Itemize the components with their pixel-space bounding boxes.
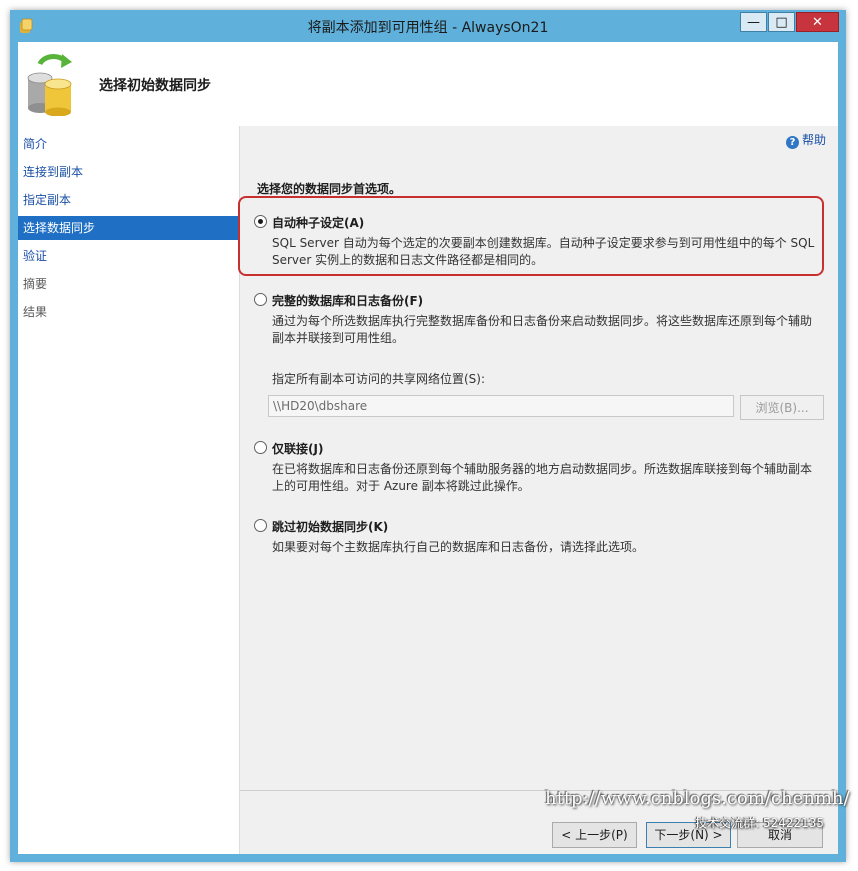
radio-automatic-seeding[interactable] [254, 215, 267, 228]
radio-skip-sync[interactable] [254, 519, 267, 532]
wizard-sidebar: 简介 连接到副本 指定副本 选择数据同步 验证 摘要 结果 [18, 126, 240, 854]
previous-button[interactable]: < 上一步(P) [552, 822, 637, 848]
option-description: 在已将数据库和日志备份还原到每个辅助服务器的地方启动数据同步。所选数据库联接到每… [272, 461, 820, 495]
sidebar-item-validation[interactable]: 验证 [18, 244, 239, 268]
desc-line: 副本并联接到可用性组。 [272, 331, 405, 345]
option-description: 如果要对每个主数据库执行自己的数据库和日志备份，请选择此选项。 [272, 539, 820, 556]
main-panel: ? 帮助 选择您的数据同步首选项。 自动种子设定(A) SQL Server 自动… [238, 126, 838, 854]
option-description: 通过为每个所选数据库执行完整数据库备份和日志备份来启动数据同步。将这些数据库还原… [272, 313, 820, 347]
radio-full-backup[interactable] [254, 293, 267, 306]
help-icon: ? [785, 136, 799, 149]
sidebar-item-results: 结果 [23, 305, 48, 319]
page-header: 选择初始数据同步 [18, 42, 838, 126]
option-label: 自动种子设定(A) [272, 216, 365, 230]
window-title: 将副本添加到可用性组 - AlwaysOn21 [307, 20, 549, 36]
help-label: 帮助 [801, 133, 826, 147]
dialog-window: 将副本添加到可用性组 - AlwaysOn21 — □ ✕ 选择初始数据同步 简… [10, 10, 846, 862]
option-description: SQL Server 自动为每个选定的次要副本创建数据库。自动种子设定要求参与到… [272, 235, 820, 269]
sync-prompt: 选择您的数据同步首选项。 [257, 182, 402, 196]
desc-line: Server 实例上的数据和日志文件路径都是相同的。 [272, 253, 544, 267]
watermark-url: http://www.cnblogs.com/chenmh/ [545, 788, 850, 809]
option-label: 完整的数据库和日志备份(F) [272, 294, 424, 308]
option-label: 跳过初始数据同步(K) [272, 520, 389, 534]
minimize-button[interactable]: — [740, 12, 767, 32]
desc-line: 如果要对每个主数据库执行自己的数据库和日志备份，请选择此选项。 [272, 540, 645, 554]
dialog-client: 选择初始数据同步 简介 连接到副本 指定副本 选择数据同步 验证 摘要 结果 ?… [18, 42, 838, 854]
option-label: 仅联接(J) [272, 442, 324, 456]
desc-line: 在已将数据库和日志备份还原到每个辅助服务器的地方启动数据同步。所选数据库联接到每… [272, 462, 813, 476]
sidebar-item-connect-replicas[interactable]: 连接到副本 [18, 160, 239, 184]
sidebar-item-summary: 摘要 [23, 277, 48, 291]
browse-button[interactable]: 浏览(B)... [740, 395, 824, 420]
share-location-input[interactable] [268, 395, 734, 417]
desc-line: SQL Server 自动为每个选定的次要副本创建数据库。自动种子设定要求参与到… [272, 236, 815, 250]
page-title: 选择初始数据同步 [99, 78, 211, 94]
maximize-button[interactable]: □ [768, 12, 795, 32]
help-link[interactable]: ? 帮助 [785, 131, 826, 149]
database-sync-icon [27, 54, 72, 116]
sidebar-item-intro[interactable]: 简介 [18, 132, 239, 156]
desc-line: 通过为每个所选数据库执行完整数据库备份和日志备份来启动数据同步。将这些数据库还原… [272, 314, 813, 328]
title-bar[interactable]: 将副本添加到可用性组 - AlwaysOn21 — □ ✕ [10, 10, 846, 42]
share-location-label: 指定所有副本可访问的共享网络位置(S): [272, 372, 486, 386]
watermark-group: 技术交流群: 52422135 [695, 816, 824, 830]
desc-line: 上的可用性组。对于 Azure 副本将跳过此操作。 [272, 479, 530, 493]
close-button[interactable]: ✕ [796, 12, 839, 32]
sidebar-item-specify-replicas[interactable]: 指定副本 [18, 188, 239, 212]
radio-join-only[interactable] [254, 441, 267, 454]
sidebar-item-data-sync[interactable]: 选择数据同步 [18, 216, 239, 240]
